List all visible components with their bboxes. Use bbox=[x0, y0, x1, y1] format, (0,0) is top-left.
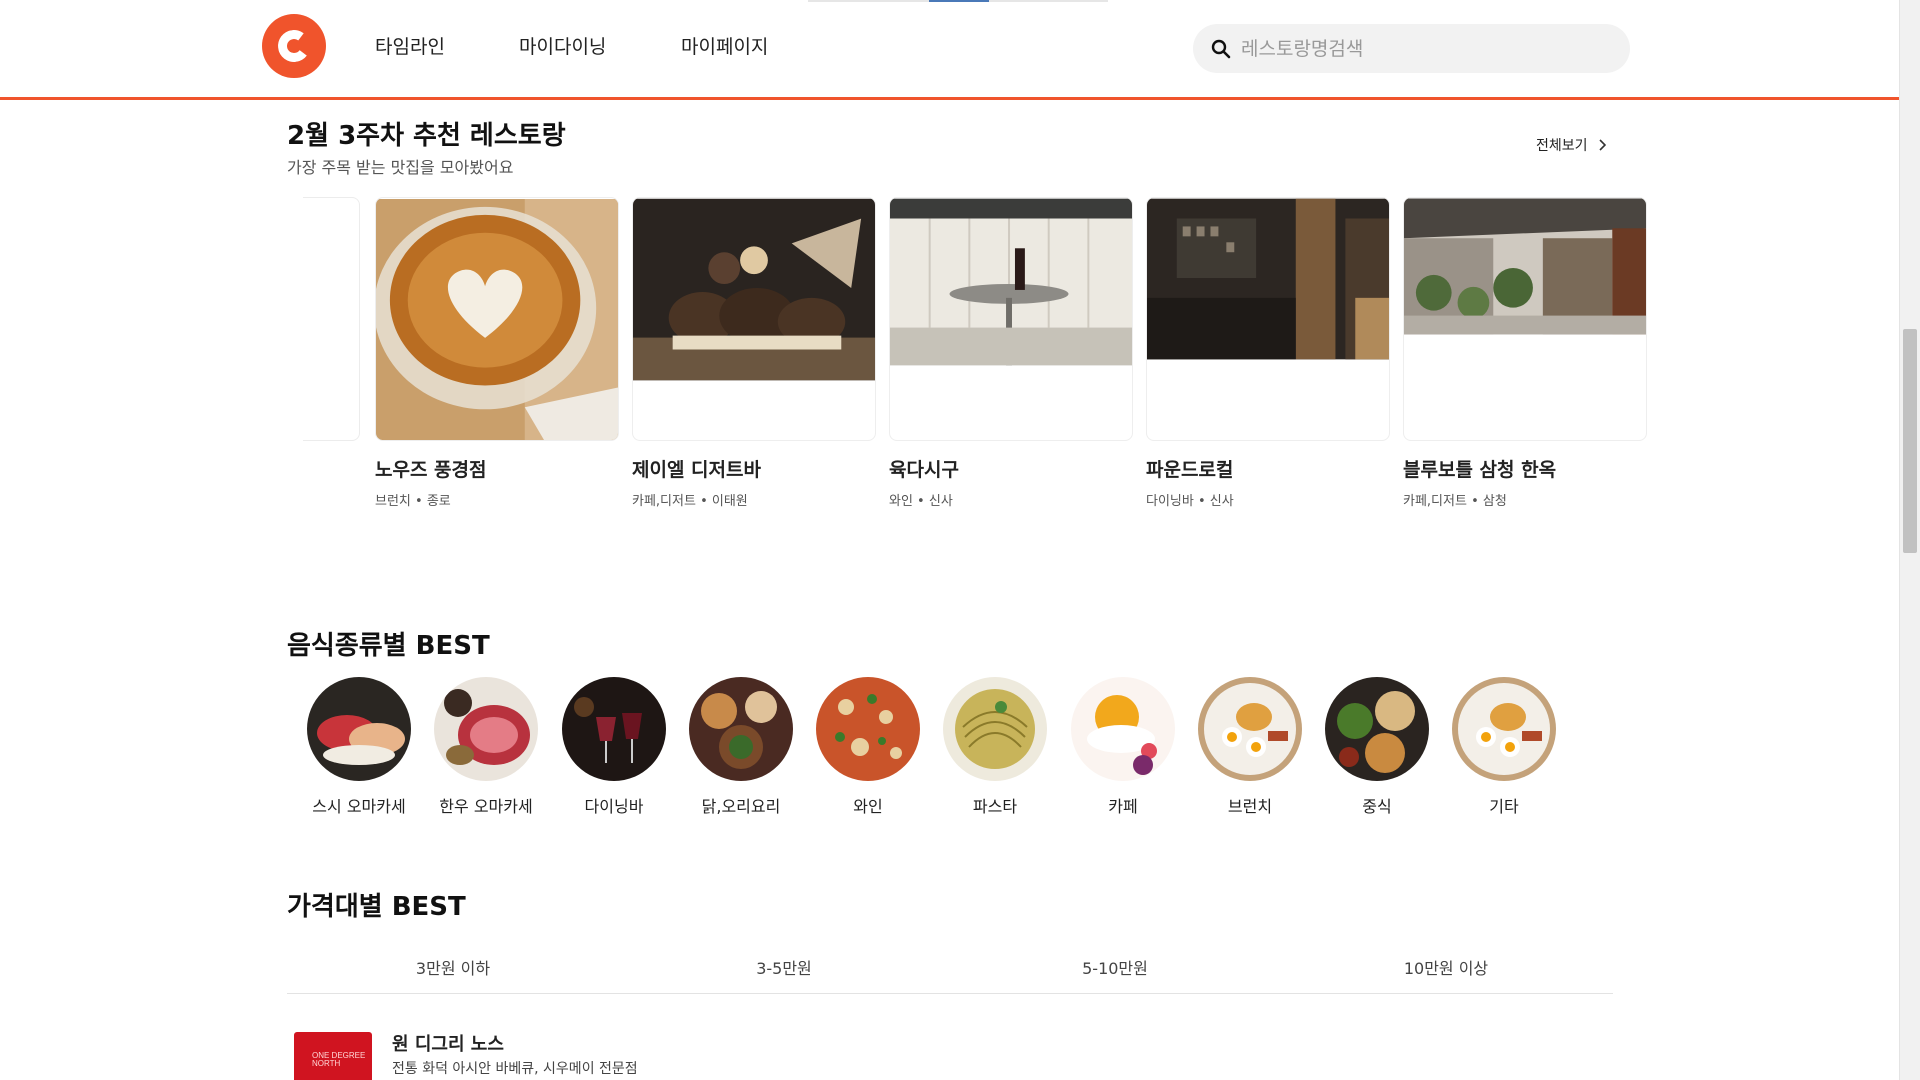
search-input[interactable] bbox=[1241, 37, 1601, 60]
search-bar[interactable] bbox=[1193, 24, 1630, 73]
category-other[interactable]: 기타 bbox=[1441, 677, 1567, 817]
wine-glasses-image bbox=[562, 677, 666, 781]
pizza-image bbox=[816, 677, 920, 781]
category-pasta[interactable]: 파스타 bbox=[932, 677, 1058, 817]
category-label: 와인 bbox=[853, 797, 883, 816]
restaurant-card[interactable]: 블루보틀 삼청 한옥 카페,디저트 • 삼청 bbox=[1403, 197, 1647, 509]
chevron-right-icon bbox=[1598, 139, 1606, 151]
chinese-food-image bbox=[1325, 677, 1429, 781]
food-best-title: 음식종류별 BEST bbox=[287, 631, 490, 661]
tab-under-30k[interactable]: 3만원 이하 bbox=[333, 955, 573, 979]
category-label: 브런치 bbox=[1227, 797, 1273, 816]
tab-over-100k[interactable]: 10만원 이상 bbox=[1326, 955, 1566, 979]
category-cafe[interactable]: 카페 bbox=[1060, 677, 1186, 817]
catchtable-logo[interactable] bbox=[262, 14, 326, 78]
restaurant-photo bbox=[889, 197, 1133, 441]
category-label: 다이닝바 bbox=[584, 797, 644, 816]
thumbnail-logo-text: ONE DEGREE NORTH bbox=[312, 1051, 366, 1068]
restaurant-name: 파운드로컬 bbox=[1146, 459, 1234, 481]
chicken-duck-image bbox=[689, 677, 793, 781]
restaurant-photo bbox=[375, 197, 619, 441]
restaurant-meta: 다이닝바 • 신사 bbox=[1146, 494, 1234, 509]
restaurant-card[interactable]: 노우즈 풍경점 브런치 • 종로 bbox=[375, 197, 619, 509]
top-active-indicator bbox=[929, 0, 989, 2]
restaurant-description: 전통 화덕 아시안 바베큐, 시우메이 전문점 bbox=[392, 1061, 638, 1077]
category-label: 카페 bbox=[1108, 797, 1138, 816]
page-scrollbar[interactable] bbox=[1899, 0, 1920, 1080]
category-label: 한우 오마카세 bbox=[439, 797, 533, 816]
category-chicken-duck[interactable]: 닭,오리요리 bbox=[678, 677, 804, 817]
tab-50k-100k[interactable]: 5-10만원 bbox=[995, 955, 1235, 979]
wine-booth-image bbox=[890, 198, 1132, 366]
category-label: 파스타 bbox=[972, 797, 1018, 816]
category-label: 닭,오리요리 bbox=[701, 797, 781, 816]
pasta-image bbox=[943, 677, 1047, 781]
restaurant-photo bbox=[632, 197, 876, 441]
beef-image bbox=[434, 677, 538, 781]
category-label: 중식 bbox=[1362, 797, 1392, 816]
restaurant-meta: 카페,디저트 • 이태원 bbox=[632, 494, 748, 509]
recommend-title: 2월 3주차 추천 레스토랑 bbox=[287, 121, 566, 151]
restaurant-photo bbox=[1403, 197, 1647, 441]
restaurant-card[interactable]: 제이엘 디저트바 카페,디저트 • 이태원 bbox=[632, 197, 876, 509]
top-header: 타임라인 마이다이닝 마이페이지 bbox=[0, 0, 1899, 100]
restaurant-name: 블루보틀 삼청 한옥 bbox=[1403, 459, 1557, 481]
restaurant-meta: 와인 • 신사 bbox=[889, 494, 953, 509]
category-brunch[interactable]: 브런치 bbox=[1187, 677, 1313, 817]
scrollbar-thumb[interactable] bbox=[1903, 329, 1917, 553]
dark-bar-image bbox=[1147, 198, 1389, 360]
price-best-title: 가격대별 BEST bbox=[287, 892, 466, 922]
restaurant-name: 제이엘 디저트바 bbox=[632, 459, 761, 481]
chocolate-dessert-image bbox=[633, 198, 875, 381]
nav-my-dining[interactable]: 마이다이닝 bbox=[519, 32, 606, 59]
nav-my-page[interactable]: 마이페이지 bbox=[681, 32, 768, 59]
recommend-subtitle: 가장 주목 받는 맛집을 모아봤어요 bbox=[287, 158, 514, 177]
restaurant-name: 노우즈 풍경점 bbox=[375, 459, 487, 481]
latte-art-image bbox=[376, 199, 618, 440]
price-tabs-divider bbox=[287, 993, 1613, 994]
restaurant-photo bbox=[1146, 197, 1390, 441]
restaurant-card[interactable]: 파운드로컬 다이닝바 • 신사 bbox=[1146, 197, 1390, 509]
category-chinese[interactable]: 중식 bbox=[1314, 677, 1440, 817]
see-all-link[interactable]: 전체보기 bbox=[1536, 135, 1606, 155]
see-all-label: 전체보기 bbox=[1536, 138, 1588, 154]
category-hanwoo-omakase[interactable]: 한우 오마카세 bbox=[423, 677, 549, 817]
restaurant-meta: 브런치 • 종로 bbox=[375, 494, 451, 509]
restaurant-meta: 카페,디저트 • 삼청 bbox=[1403, 494, 1507, 509]
category-sushi-omakase[interactable]: 스시 오마카세 bbox=[296, 677, 422, 817]
brunch-image bbox=[1452, 677, 1556, 781]
restaurant-name: 육다시구 bbox=[889, 459, 959, 481]
tab-30k-50k[interactable]: 3-5만원 bbox=[664, 955, 904, 979]
restaurant-thumbnail[interactable]: ONE DEGREE NORTH bbox=[294, 1032, 372, 1080]
hanok-courtyard-image bbox=[1404, 198, 1646, 335]
restaurant-name[interactable]: 원 디그리 노스 bbox=[392, 1030, 504, 1056]
restaurant-card[interactable]: 육다시구 와인 • 신사 bbox=[889, 197, 1133, 509]
category-wine[interactable]: 와인 bbox=[805, 677, 931, 817]
cafe-dessert-image bbox=[1071, 677, 1175, 781]
brunch-image bbox=[1198, 677, 1302, 781]
category-label: 스시 오마카세 bbox=[312, 797, 406, 816]
nav-timeline[interactable]: 타임라인 bbox=[375, 32, 445, 59]
category-dining-bar[interactable]: 다이닝바 bbox=[551, 677, 677, 817]
sushi-image bbox=[307, 677, 411, 781]
card-previous-peek[interactable] bbox=[303, 197, 360, 441]
category-label: 기타 bbox=[1489, 797, 1519, 816]
search-icon bbox=[1211, 39, 1231, 58]
